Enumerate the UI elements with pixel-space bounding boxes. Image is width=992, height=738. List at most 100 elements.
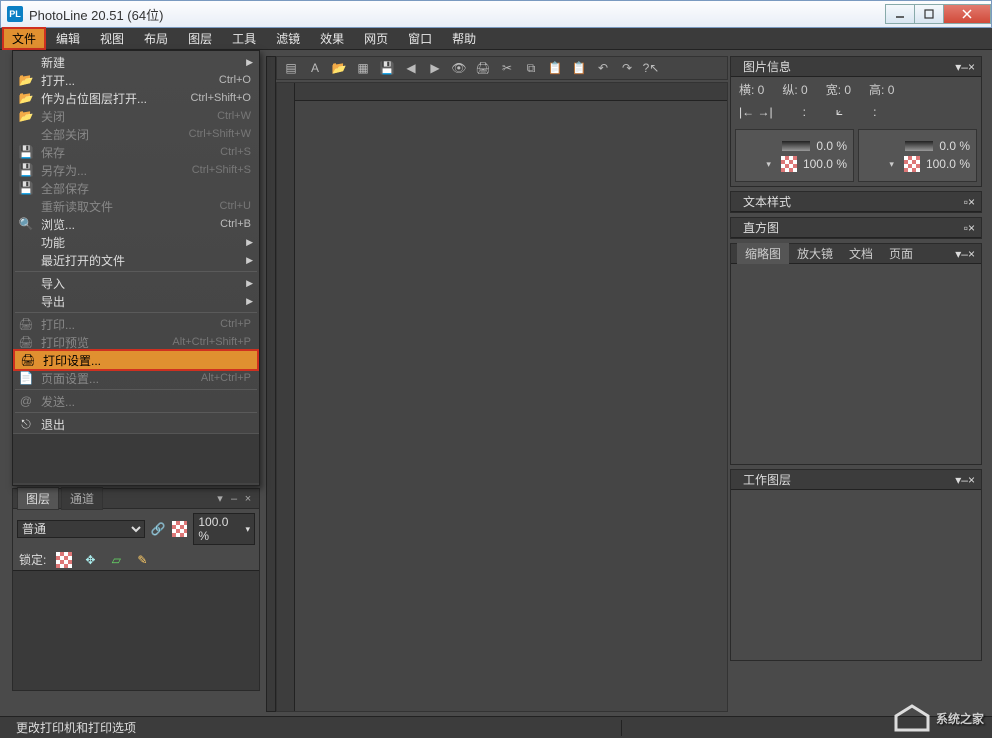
cut-button[interactable]: ✂	[497, 58, 517, 78]
menu-item-导入[interactable]: 导入▶	[13, 274, 259, 292]
copy-button[interactable]: ⧉	[521, 58, 541, 78]
thumbnail-body[interactable]	[731, 264, 981, 464]
menu-item-浏览...[interactable]: 🔍浏览...Ctrl+B	[13, 215, 259, 233]
menu-web[interactable]: 网页	[354, 27, 398, 50]
text-style-title[interactable]: 文本样式	[737, 191, 797, 212]
opacity-checker-icon	[172, 521, 188, 537]
info-x: 横: 0	[739, 81, 764, 98]
help-cursor-button[interactable]: ?↖	[641, 58, 661, 78]
layer-list[interactable]	[13, 570, 259, 690]
menu-effects[interactable]: 效果	[310, 27, 354, 50]
menu-item-打开...[interactable]: 📂打开...Ctrl+O	[13, 71, 259, 89]
panel-menu-icon[interactable]: ▾	[213, 492, 227, 505]
paste2-button[interactable]: 📋	[569, 58, 589, 78]
blank-icon	[17, 275, 35, 291]
new-doc-button[interactable]: ▤	[281, 58, 301, 78]
histogram-title[interactable]: 直方图	[737, 217, 785, 238]
window-maximize-button[interactable]	[914, 4, 944, 24]
window-minimize-button[interactable]	[885, 4, 915, 24]
panel-close-icon[interactable]: ×	[968, 60, 975, 74]
dropdown-triangle-icon[interactable]: ▾	[889, 159, 894, 170]
color-info-box-1: 0.0 % ▾100.0 %	[735, 129, 854, 182]
menu-item-导出[interactable]: 导出▶	[13, 292, 259, 310]
panel-minimize-icon[interactable]: –	[961, 60, 968, 74]
save-button[interactable]: 💾	[377, 58, 397, 78]
menu-item-label: 退出	[41, 416, 251, 433]
menu-help[interactable]: 帮助	[442, 27, 486, 50]
gradient-bar-icon	[905, 141, 933, 151]
menu-item-label: 重新读取文件	[41, 198, 220, 215]
menu-layer[interactable]: 图层	[178, 27, 222, 50]
menu-item-label: 新建	[41, 54, 251, 71]
tab-layers[interactable]: 图层	[17, 487, 59, 510]
info-y: 纵: 0	[782, 81, 807, 98]
info-height: 高: 0	[869, 81, 894, 98]
work-layer-title: 工作图层	[737, 469, 797, 490]
window-close-button[interactable]	[943, 4, 991, 24]
opacity-input[interactable]: 100.0 %▾	[193, 513, 255, 545]
color-info-box-2: 0.0 % ▾100.0 %	[858, 129, 977, 182]
folder-icon: 📂	[17, 108, 35, 124]
menu-edit[interactable]: 编辑	[46, 27, 90, 50]
panel-minimize-icon[interactable]: –	[961, 473, 968, 487]
redo-button[interactable]: ↷	[617, 58, 637, 78]
canvas-area[interactable]	[276, 82, 728, 712]
menu-item-shortcut: Ctrl+Shift+S	[192, 164, 251, 176]
blend-mode-select[interactable]: 普通	[17, 520, 145, 538]
app-icon: PL	[7, 6, 23, 22]
prev-button[interactable]: ◀	[401, 58, 421, 78]
panel-minimize-icon[interactable]: –	[227, 493, 241, 505]
file-menu-dropdown: 新建▶📂打开...Ctrl+O📂作为占位图层打开...Ctrl+Shift+O📂…	[12, 50, 260, 486]
vertical-toolstrip[interactable]	[266, 56, 276, 712]
play-button[interactable]: ▶	[425, 58, 445, 78]
menu-file[interactable]: 文件	[2, 27, 46, 50]
menu-item-功能[interactable]: 功能▶	[13, 233, 259, 251]
folder-icon: 📂	[17, 90, 35, 106]
panel-close-icon[interactable]: ×	[968, 247, 975, 261]
tab-document[interactable]: 文档	[841, 243, 881, 264]
lock-transparency-icon[interactable]	[56, 552, 72, 568]
checker-icon	[781, 156, 797, 172]
tab-magnifier[interactable]: 放大镜	[789, 243, 841, 264]
menu-item-shortcut: Ctrl+P	[220, 318, 251, 330]
lock-paint-icon[interactable]: ✎	[134, 552, 150, 568]
menu-item-shortcut: Ctrl+S	[220, 146, 251, 158]
tab-page[interactable]: 页面	[881, 243, 921, 264]
lock-move-icon[interactable]: ✥	[82, 552, 98, 568]
paste-button[interactable]: 📋	[545, 58, 565, 78]
menu-window[interactable]: 窗口	[398, 27, 442, 50]
dropdown-triangle-icon[interactable]: ▾	[766, 159, 771, 170]
grid-button[interactable]: ▦	[353, 58, 373, 78]
panel-close-icon[interactable]: ×	[968, 473, 975, 487]
menu-item-打印设置...[interactable]: 🖨打印设置...	[13, 349, 259, 371]
menu-item-label: 最近打开的文件	[41, 252, 251, 269]
work-layer-panel: 工作图层 ▾ – ×	[730, 469, 982, 661]
panel-close-icon[interactable]: ×	[968, 221, 975, 235]
menubar: 文件 编辑 视图 布局 图层 工具 滤镜 效果 网页 窗口 帮助	[0, 28, 992, 50]
text-doc-button[interactable]: A	[305, 58, 325, 78]
lock-crop-icon[interactable]: ▱	[108, 552, 124, 568]
panel-close-icon[interactable]: ×	[241, 493, 255, 505]
blank-icon	[17, 252, 35, 268]
tab-thumbnail[interactable]: 缩略图	[737, 243, 789, 264]
menu-view[interactable]: 视图	[90, 27, 134, 50]
eye-button[interactable]: 👁	[449, 58, 469, 78]
tab-channels[interactable]: 通道	[61, 487, 103, 510]
menu-item-新建[interactable]: 新建▶	[13, 53, 259, 71]
menu-layout[interactable]: 布局	[134, 27, 178, 50]
menu-item-退出[interactable]: ⎋退出	[13, 415, 259, 433]
panel-minimize-icon[interactable]: –	[961, 247, 968, 261]
menu-item-label: 功能	[41, 234, 251, 251]
undo-button[interactable]: ↶	[593, 58, 613, 78]
work-layer-body[interactable]	[731, 490, 981, 660]
main-toolbar: ▤A📂▦💾◀▶👁🖨✂⧉📋📋↶↷?↖	[276, 56, 728, 80]
menu-item-shortcut: Alt+Ctrl+P	[201, 372, 251, 384]
panel-close-icon[interactable]: ×	[968, 195, 975, 209]
menu-tools[interactable]: 工具	[222, 27, 266, 50]
print-button[interactable]: 🖨	[473, 58, 493, 78]
menu-item-作为占位图层打开...[interactable]: 📂作为占位图层打开...Ctrl+Shift+O	[13, 89, 259, 107]
menu-item-最近打开的文件[interactable]: 最近打开的文件▶	[13, 251, 259, 269]
link-icon[interactable]: 🔗	[151, 522, 166, 536]
open-button[interactable]: 📂	[329, 58, 349, 78]
menu-filter[interactable]: 滤镜	[266, 27, 310, 50]
